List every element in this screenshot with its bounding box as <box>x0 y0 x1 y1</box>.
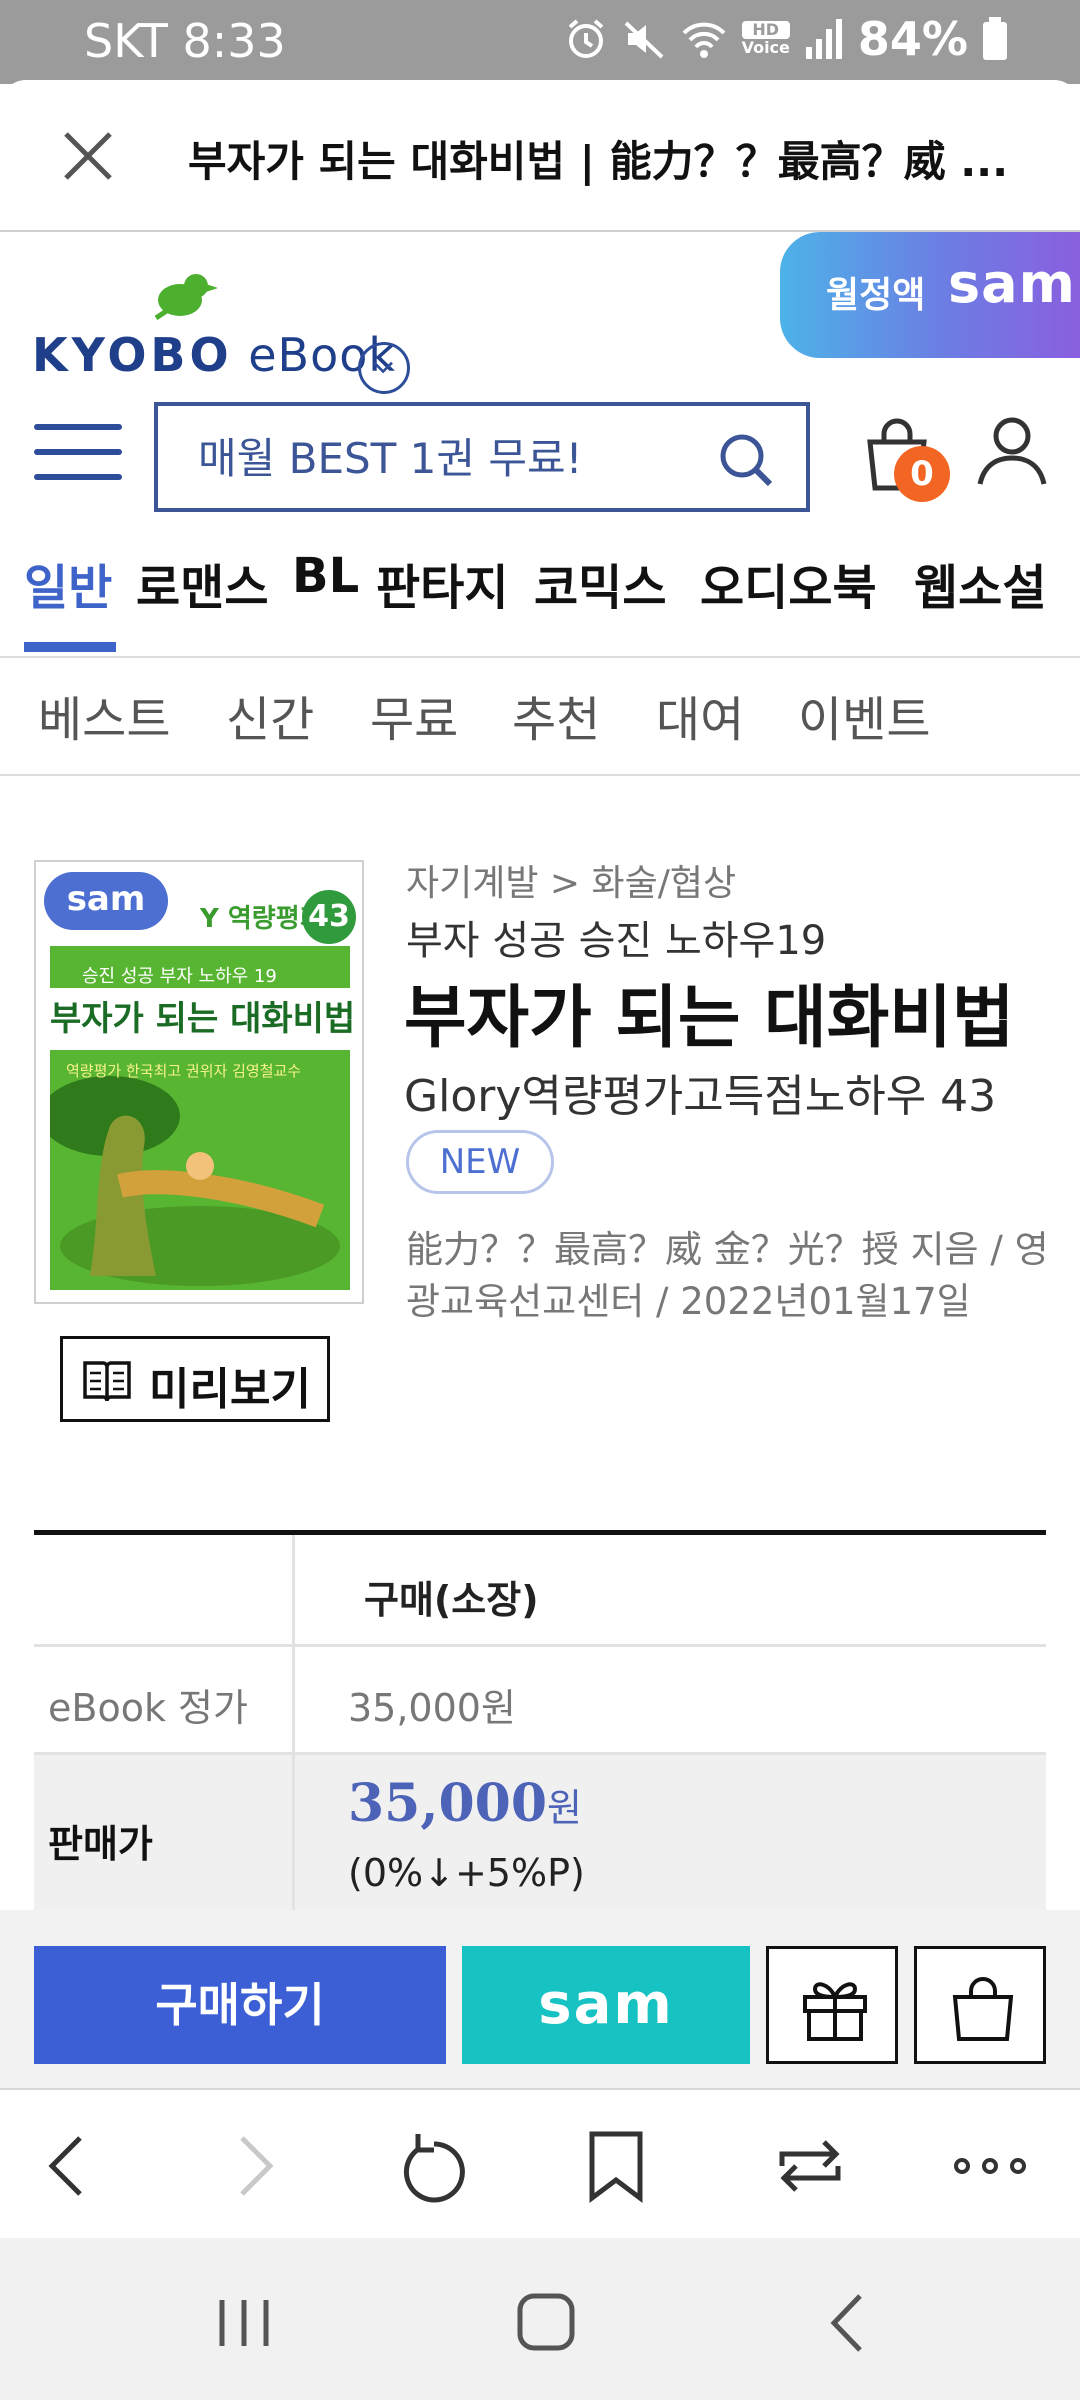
buy-button[interactable]: 구매하기 <box>34 1946 446 2064</box>
system-nav-bar <box>0 2238 1080 2400</box>
gift-button[interactable] <box>766 1946 898 2064</box>
recent-apps-icon[interactable] <box>204 2288 284 2358</box>
status-icons: HD Voice 84% <box>564 12 1008 66</box>
preview-button[interactable]: 미리보기 <box>60 1336 330 1422</box>
site-header: KYOBO eBook 월정액 sam <box>0 232 1080 394</box>
sam-tab-label: 월정액 <box>826 275 926 316</box>
battery-percent: 84% <box>857 12 968 66</box>
sam-chip: sam <box>44 872 168 930</box>
list-price-row: eBook 정가 35,000원 <box>34 1647 1046 1755</box>
subtab-event[interactable]: 이벤트 <box>798 680 930 750</box>
logo-kyobo: KYOBO <box>32 328 233 382</box>
tab-audiobook[interactable]: 오디오북 <box>700 548 877 618</box>
forward-icon[interactable] <box>214 2126 294 2206</box>
tab-romance[interactable]: 로맨스 <box>136 548 268 618</box>
subtab-best[interactable]: 베스트 <box>38 680 170 750</box>
purchase-bar: 구매하기 sam <box>0 1910 1080 2088</box>
cover-line2: 역량평가 한국최고 권위자 김영철교수 <box>66 1062 302 1080</box>
hd-voice-icon: HD Voice <box>741 21 790 57</box>
subtab-new[interactable]: 신간 <box>226 680 314 750</box>
chevron-down-icon[interactable] <box>358 342 410 394</box>
subcategory-tabs: 베스트 신간 무료 추천 대여 이벤트 <box>0 658 1080 776</box>
search-row: 0 <box>0 392 1080 522</box>
search-box <box>154 402 810 512</box>
shopping-bag-icon <box>952 1977 1014 2041</box>
author-publisher-date: 能力？？最高？威 金？光？授 지음 / 영광교육선교센터 / 2022년01월1… <box>406 1228 1049 1323</box>
browser-toolbar <box>0 2088 1080 2238</box>
subtab-recommend[interactable]: 추천 <box>512 680 600 750</box>
subtab-free[interactable]: 무료 <box>370 680 458 750</box>
book-subtitle: Glory역량평가고득점노하우 43 <box>404 1071 997 1122</box>
close-icon[interactable] <box>58 126 118 186</box>
home-icon[interactable] <box>506 2288 586 2358</box>
sam-tab-logo: sam <box>948 252 1076 315</box>
status-bar: SKT 8:33 HD Voice 84% <box>0 0 1080 84</box>
book-cover[interactable]: Y 역량평가 43 sam 승진 성공 부자 노하우 19 부자가 되는 대화비… <box>34 860 364 1304</box>
battery-icon <box>983 17 1007 60</box>
cart-button[interactable] <box>914 1946 1046 2064</box>
back-icon[interactable] <box>28 2126 108 2206</box>
active-tab-indicator <box>24 642 116 652</box>
list-price-value: 35,000원 <box>348 1686 516 1730</box>
search-icon[interactable] <box>716 430 776 490</box>
purchase-column-header: 구매(소장) <box>364 1578 539 1622</box>
book-series: 부자 성공 승진 노하우19 <box>406 918 827 964</box>
gift-icon <box>803 1982 867 2041</box>
discount-info: (0%↓+5%P) <box>348 1851 585 1895</box>
sale-price-row: 판매가 35,000원 (0%↓+5%P) <box>34 1755 1046 1915</box>
tab-general[interactable]: 일반 <box>24 548 112 618</box>
bird-logo-icon <box>154 274 218 320</box>
hd-label: HD <box>741 21 790 39</box>
custom-tab-header: 부자가 되는 대화비법 | 能力？？最高？威 ... <box>0 80 1080 232</box>
user-icon[interactable] <box>974 412 1050 488</box>
refresh-icon[interactable] <box>394 2126 474 2206</box>
sale-price-unit: 원 <box>547 1786 582 1830</box>
breadcrumb[interactable]: 자기계발 > 화술/협상 <box>406 854 736 906</box>
voice-label: Voice <box>741 38 790 57</box>
cart-count-badge: 0 <box>894 446 950 502</box>
sale-price: 35,000원 <box>348 1773 582 1834</box>
logo-text: KYOBO eBook <box>32 328 396 382</box>
sam-subscription-tab[interactable]: 월정액 sam <box>780 232 1080 358</box>
table-divider <box>292 1535 295 1915</box>
list-price-label: eBook 정가 <box>48 1686 248 1730</box>
more-icon[interactable] <box>950 2126 1030 2206</box>
signal-icon <box>805 19 842 59</box>
new-badge: NEW <box>406 1130 554 1194</box>
sale-price-label: 판매가 <box>48 1822 153 1866</box>
category-tabs: 일반 로맨스 BL 판타지 코믹스 오디오북 웹소설 <box>0 548 1080 658</box>
tabs-switch-icon[interactable] <box>770 2126 850 2206</box>
tab-fantasy[interactable]: 판타지 <box>376 548 508 618</box>
sale-price-value: 35,000 <box>348 1773 548 1834</box>
cover-line1: 승진 성공 부자 노하우 19 <box>82 966 277 987</box>
tab-webnovel[interactable]: 웹소설 <box>914 548 1046 618</box>
page-title: 부자가 되는 대화비법 | 能力？？最高？威 ... <box>188 137 1009 186</box>
nav-back-icon[interactable] <box>808 2288 888 2358</box>
wifi-icon <box>682 22 725 58</box>
search-input[interactable] <box>198 426 708 490</box>
tab-bl[interactable]: BL <box>292 548 359 604</box>
mute-icon <box>624 21 663 59</box>
carrier-time: SKT 8:33 <box>84 14 286 68</box>
book-open-icon <box>83 1361 131 1402</box>
sam-button[interactable]: sam <box>462 1946 750 2064</box>
cover-number: 43 <box>302 890 356 944</box>
alarm-icon <box>568 19 603 58</box>
cover-title: 부자가 되는 대화비법 <box>50 988 355 1050</box>
tab-comics[interactable]: 코믹스 <box>534 548 666 618</box>
table-header-row: 구매(소장) <box>34 1535 1046 1647</box>
book-title: 부자가 되는 대화비법 <box>404 979 1015 1058</box>
subtab-rental[interactable]: 대여 <box>656 680 744 750</box>
menu-icon[interactable] <box>34 420 122 484</box>
preview-label: 미리보기 <box>149 1364 311 1415</box>
bookmark-icon[interactable] <box>576 2126 656 2206</box>
